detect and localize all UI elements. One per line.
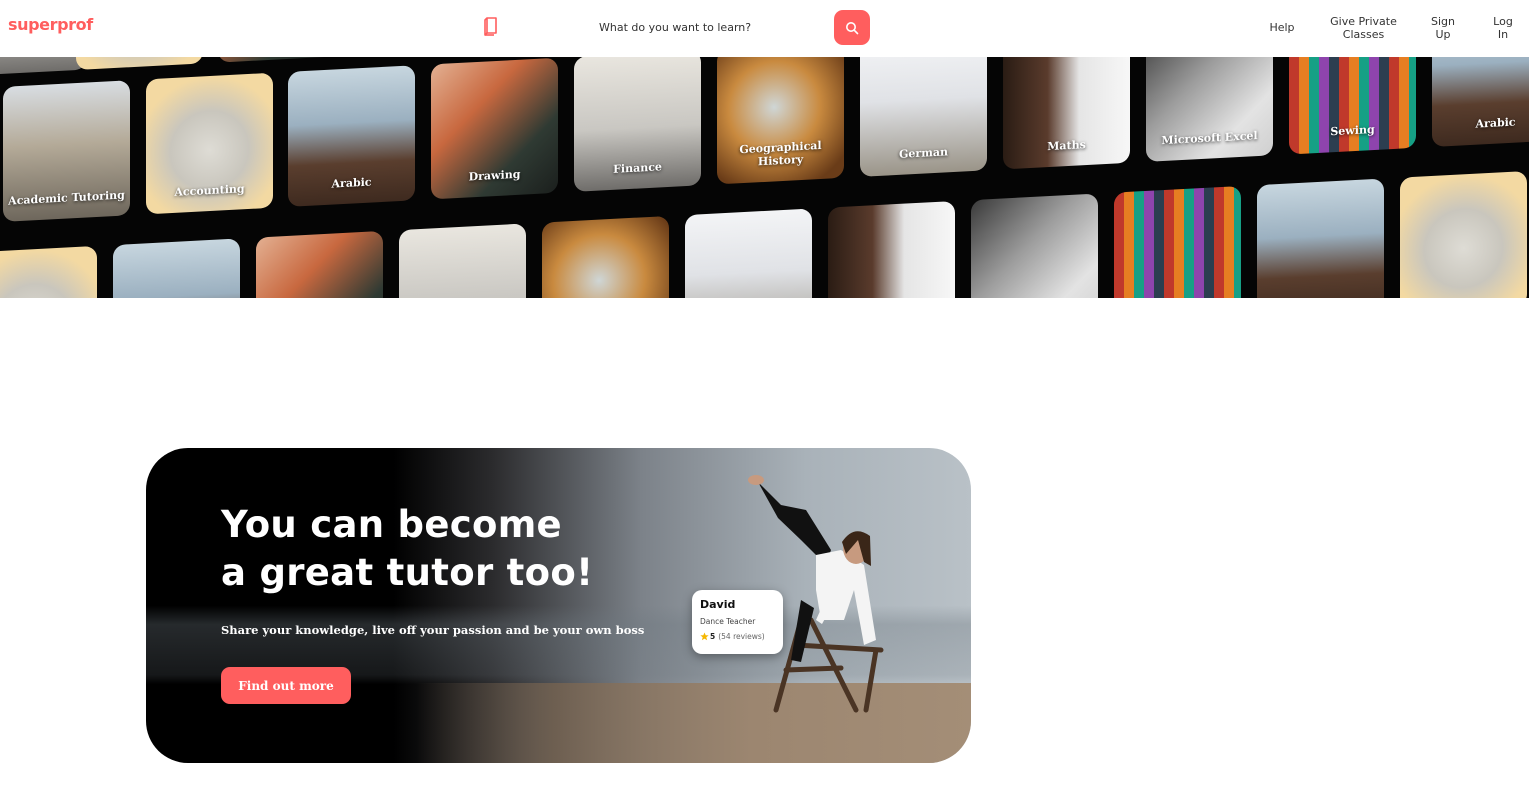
- subject-tile[interactable]: [218, 57, 345, 63]
- subject-tile-sewing[interactable]: Sewing: [1289, 57, 1416, 155]
- search-icon: [846, 21, 859, 34]
- subject-label: Maths: [1047, 138, 1086, 154]
- subject-tile-academic-tutoring[interactable]: Academic Tutoring: [3, 80, 130, 222]
- subject-tile[interactable]: [0, 57, 87, 77]
- subject-tile[interactable]: [0, 245, 97, 298]
- subject-tile-arabic-2[interactable]: Arabic: [1432, 57, 1529, 147]
- subject-tile[interactable]: [1400, 170, 1527, 298]
- subject-label: Arabic: [1475, 115, 1516, 131]
- tutor-profile-card[interactable]: David Dance Teacher 5 (54 reviews): [692, 590, 783, 654]
- subject-tile[interactable]: [685, 208, 812, 298]
- subject-label: Geographical History: [739, 138, 822, 169]
- subject-tile[interactable]: [828, 200, 955, 298]
- subject-label: Academic Tutoring: [8, 188, 125, 208]
- tutor-name: David: [700, 598, 736, 611]
- subject-tile[interactable]: [1114, 185, 1241, 298]
- subject-tile-finance[interactable]: Finance: [574, 57, 701, 192]
- find-out-more-button[interactable]: Find out more: [221, 667, 351, 704]
- subject-label: Accounting: [174, 182, 245, 199]
- subject-tile[interactable]: [971, 193, 1098, 298]
- search-input[interactable]: What do you want to learn?: [599, 21, 751, 34]
- subjects-banner: Academic Tutoring Accounting Arabic Draw…: [0, 57, 1529, 298]
- tutor-role: Dance Teacher: [700, 617, 756, 626]
- subject-tile[interactable]: [256, 230, 383, 298]
- tutor-reviews: (54 reviews): [718, 632, 765, 641]
- subject-tile-arabic[interactable]: Arabic: [288, 65, 415, 207]
- nav-help-link[interactable]: Help: [1266, 21, 1298, 34]
- subject-label: Sewing: [1330, 122, 1375, 139]
- subject-tile[interactable]: [1257, 178, 1384, 298]
- superprof-logo[interactable]: superprof: [8, 15, 93, 34]
- subject-tile[interactable]: [399, 223, 526, 298]
- subject-tile[interactable]: [542, 215, 669, 298]
- subject-label: German: [899, 145, 948, 161]
- subject-label: Finance: [613, 160, 662, 176]
- subject-tile[interactable]: [113, 238, 240, 298]
- subject-tile-microsoft-excel[interactable]: Microsoft Excel: [1146, 57, 1273, 162]
- top-navbar: superprof What do you want to learn? Hel…: [0, 0, 1529, 57]
- subject-tile-drawing[interactable]: Drawing: [431, 57, 558, 200]
- subject-label: Arabic: [331, 175, 372, 191]
- nav-give-private-classes-link[interactable]: Give Private Classes: [1326, 15, 1401, 41]
- promo-title: You can become a great tutor too!: [221, 501, 593, 597]
- promo-title-line-1: You can become: [221, 503, 562, 546]
- subject-tile-geographical-history[interactable]: Geographical History: [717, 57, 844, 185]
- subject-tiles: Academic Tutoring Accounting Arabic Draw…: [0, 57, 1529, 298]
- subject-tile-accounting[interactable]: Accounting: [146, 72, 273, 215]
- become-tutor-card: You can become a great tutor too! Share …: [146, 448, 971, 763]
- nav-sign-up-link[interactable]: Sign Up: [1428, 15, 1458, 41]
- book-icon: [484, 17, 497, 36]
- subject-label: Drawing: [468, 167, 521, 184]
- subject-tile[interactable]: [76, 57, 203, 71]
- promo-title-line-2: a great tutor too!: [221, 551, 594, 594]
- subject-tile-maths[interactable]: Maths: [1003, 57, 1130, 170]
- search-button[interactable]: [834, 10, 870, 45]
- subject-label: Microsoft Excel: [1161, 129, 1258, 148]
- promo-subtitle: Share your knowledge, live off your pass…: [221, 623, 645, 637]
- tutor-rating: 5 (54 reviews): [700, 632, 765, 641]
- nav-log-in-link[interactable]: Log In: [1488, 15, 1518, 41]
- star-icon: [700, 632, 709, 641]
- subject-tile-german[interactable]: German: [860, 57, 987, 177]
- tutor-score: 5: [710, 632, 716, 641]
